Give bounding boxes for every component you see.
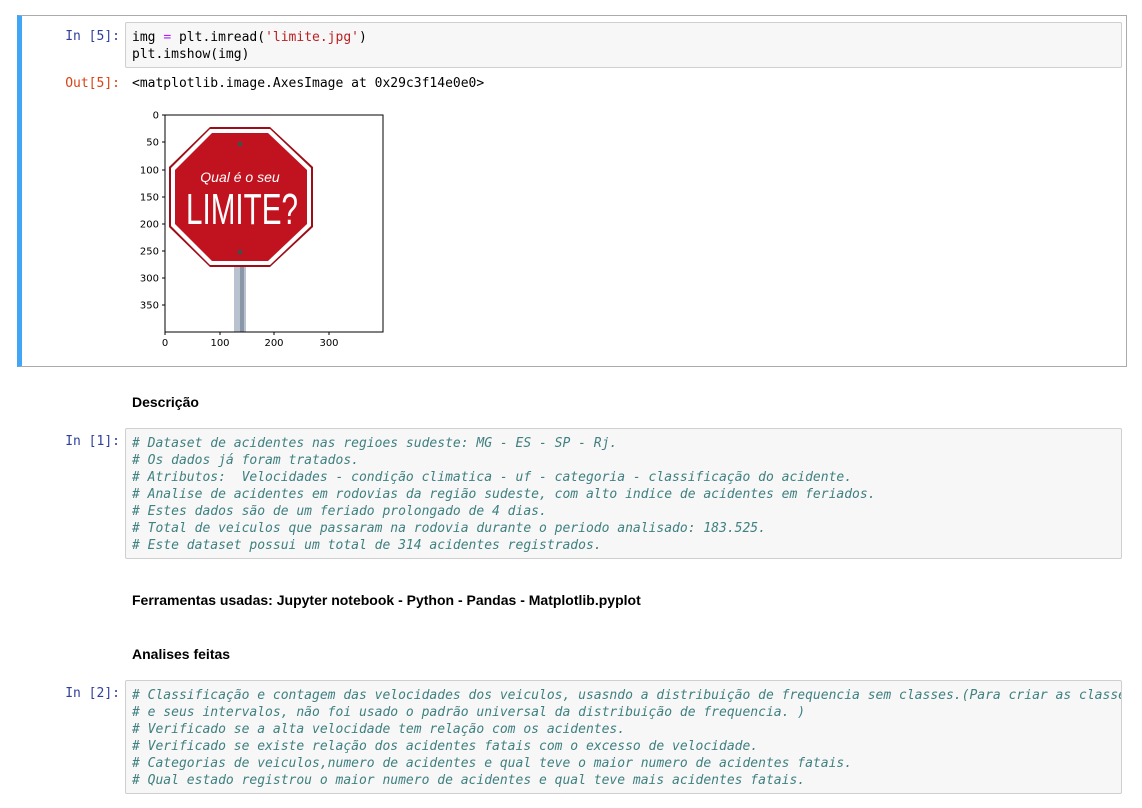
bolt-icon bbox=[237, 249, 243, 255]
code-comment: # Total de veiculos que passaram na rodo… bbox=[132, 521, 766, 536]
code-comment: # Atributos: Velocidades - condição clim… bbox=[132, 470, 853, 485]
input-prompt: In [5]: bbox=[65, 29, 120, 44]
x-tick-label: 300 bbox=[319, 338, 338, 349]
y-tick-label: 200 bbox=[140, 220, 159, 231]
operator: = bbox=[163, 30, 172, 45]
y-tick-label: 100 bbox=[140, 166, 159, 177]
code-editor[interactable]: # Classificação e contagem das velocidad… bbox=[125, 680, 1122, 794]
code-comment: # Qual estado registrou o maior numero d… bbox=[132, 773, 806, 788]
code-text: plt.imshow(img) bbox=[132, 47, 250, 62]
x-tick-label: 100 bbox=[210, 338, 229, 349]
code-text: img bbox=[132, 30, 164, 45]
y-tick-label: 0 bbox=[153, 111, 159, 122]
code-comment: # Analise de acidentes em rodovias da re… bbox=[132, 487, 876, 502]
sign-text-line1: Qual é o seu bbox=[200, 169, 280, 185]
code-editor[interactable]: img = plt.imread('limite.jpg') plt.imsho… bbox=[125, 22, 1122, 68]
code-comment: # Dataset de acidentes nas regioes sudes… bbox=[132, 436, 618, 451]
imshow-plot: Qual é o seu LIMITE? 0 50 100 150 200 25… bbox=[140, 111, 384, 349]
code-comment: # Verificado se existe relação dos acide… bbox=[132, 739, 759, 754]
y-tick-label: 50 bbox=[146, 138, 159, 149]
code-editor[interactable]: # Dataset de acidentes nas regioes sudes… bbox=[125, 428, 1122, 559]
markdown-paragraph: Ferramentas usadas: Jupyter notebook - P… bbox=[132, 592, 641, 608]
y-tick-label: 350 bbox=[140, 301, 159, 312]
y-tick-label: 150 bbox=[140, 193, 159, 204]
code-text: plt.imread( bbox=[171, 30, 266, 45]
x-axis: 0 100 200 300 bbox=[162, 332, 339, 349]
y-tick-label: 250 bbox=[140, 247, 159, 258]
notebook-page: In [5]: img = plt.imread('limite.jpg') p… bbox=[0, 0, 1142, 808]
code-comment: # Classificação e contagem das velocidad… bbox=[132, 688, 1122, 703]
code-comment: # e seus intervalos, não foi usado o pad… bbox=[132, 705, 806, 720]
output-prompt: Out[5]: bbox=[65, 76, 120, 91]
markdown-heading: Analises feitas bbox=[132, 646, 231, 662]
code-comment: # Categorias de veiculos,numero de acide… bbox=[132, 756, 853, 771]
input-prompt: In [2]: bbox=[65, 686, 120, 701]
code-text: ) bbox=[358, 30, 367, 45]
markdown-heading: Descrição bbox=[132, 394, 199, 410]
x-tick-label: 0 bbox=[162, 338, 168, 349]
string-literal: 'limite.jpg' bbox=[265, 30, 359, 45]
code-comment: # Estes dados são de um feriado prolonga… bbox=[132, 504, 547, 519]
x-tick-label: 200 bbox=[264, 338, 283, 349]
code-comment: # Os dados já foram tratados. bbox=[132, 453, 359, 468]
code-comment: # Este dataset possui um total de 314 ac… bbox=[132, 538, 602, 553]
output-text: <matplotlib.image.AxesImage at 0x29c3f14… bbox=[132, 76, 485, 91]
input-prompt: In [1]: bbox=[65, 434, 120, 449]
sign-text-line2: LIMITE? bbox=[186, 184, 298, 233]
y-tick-label: 300 bbox=[140, 274, 159, 285]
y-axis: 0 50 100 150 200 250 300 350 bbox=[140, 111, 165, 312]
bolt-icon bbox=[237, 141, 243, 147]
code-comment: # Verificado se a alta velocidade tem re… bbox=[132, 722, 626, 737]
